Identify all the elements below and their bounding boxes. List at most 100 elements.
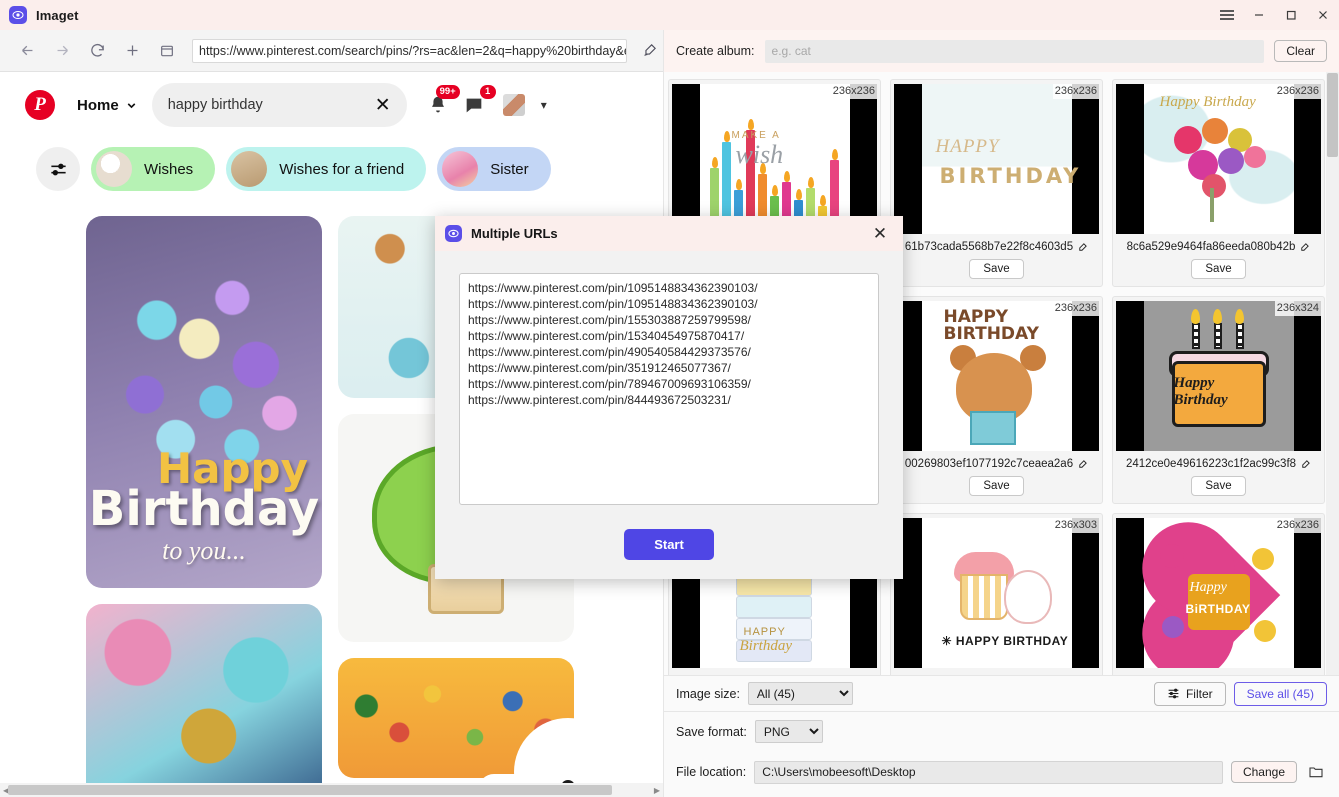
reload-icon[interactable] — [82, 36, 112, 66]
chip-label: Wishes — [144, 160, 194, 178]
image-card[interactable]: 236x236 HAPPY BIRTHDAY 00269803ef1077192c… — [890, 296, 1103, 504]
pencil-edit-icon[interactable] — [1077, 459, 1088, 470]
search-clear-icon[interactable]: ✕ — [375, 94, 391, 117]
app-title: Imaget — [36, 7, 79, 23]
pin-image-hearts: Happy Birthday to you... — [86, 216, 322, 588]
file-location-input[interactable] — [754, 760, 1223, 784]
create-album-input[interactable] — [764, 39, 1265, 63]
image-thumbnail[interactable]: 236x236 Happy Birthday — [1116, 84, 1321, 234]
card-filename[interactable]: 2412ce0e49616223c1f2ac99c3f8 — [1120, 458, 1317, 470]
chevron-down-icon[interactable]: ▾ — [541, 98, 547, 112]
notification-bell-icon[interactable]: 99+ — [423, 85, 460, 120]
messages-icon[interactable]: 1 — [459, 85, 496, 120]
image-thumbnail[interactable]: 236x236 HAPPY BIRTHDAY — [894, 301, 1099, 451]
scrollbar-thumb[interactable] — [1327, 73, 1338, 157]
chip-wishes[interactable]: Wishes — [91, 147, 216, 191]
grid-action-buttons: Filter Save all (45) — [1153, 681, 1327, 706]
forward-arrow-icon[interactable] — [47, 36, 77, 66]
image-thumbnail[interactable]: 236x324 Happy Birthday — [1116, 301, 1321, 451]
chip-wishes-for-a-friend[interactable]: Wishes for a friend — [226, 147, 427, 191]
chip-label: Sister — [490, 160, 529, 178]
thumb-text: Happy Birthday — [1173, 375, 1228, 408]
size-badge: 236x324 — [1274, 301, 1321, 316]
pin-card[interactable]: Happy Birthday to you... — [86, 216, 322, 588]
window-controls — [1211, 0, 1339, 30]
filter-button[interactable]: Filter — [1153, 681, 1226, 706]
filter-sliders-icon[interactable] — [36, 147, 80, 191]
brush-icon[interactable] — [635, 37, 663, 65]
thumb-text: ✳ HAPPY BIRTHDAY — [941, 634, 1069, 648]
image-thumbnail[interactable]: 236x236 — [672, 84, 877, 234]
pinterest-logo-icon[interactable]: P — [25, 90, 55, 120]
save-button[interactable]: Save — [1191, 476, 1246, 496]
clear-button[interactable]: Clear — [1274, 40, 1327, 62]
chip-label: Wishes for a friend — [279, 160, 405, 178]
card-filename[interactable]: 8c6a529e9464fa86eeda080b42b — [1120, 241, 1317, 253]
dialog-body — [435, 251, 903, 510]
multiple-urls-dialog: Multiple URLs ✕ Start — [435, 216, 903, 579]
save-all-button[interactable]: Save all (45) — [1233, 681, 1327, 706]
size-badge: 236x236 — [1052, 301, 1099, 316]
address-bar[interactable]: https://www.pinterest.com/search/pins/?r… — [192, 38, 628, 63]
thumbnail-art: MAKE A wish — [699, 84, 850, 234]
pinterest-search-value: happy birthday — [167, 97, 263, 113]
pin-card[interactable]: HAPPY — [86, 604, 322, 783]
filter-label: Filter — [1185, 686, 1213, 701]
scrollbar-thumb[interactable] — [8, 785, 612, 795]
avatar[interactable] — [502, 94, 525, 116]
thumb-text: HAPPY BIRTHDAY — [943, 307, 1039, 344]
scroll-right-arrow-icon[interactable]: ▶ — [651, 786, 663, 795]
pencil-edit-icon[interactable] — [1299, 242, 1310, 253]
grid-scrollbar[interactable] — [1326, 72, 1339, 675]
webview-horizontal-scrollbar[interactable]: ◀ ▶ — [0, 783, 663, 797]
pinterest-search-input[interactable]: happy birthday ✕ — [151, 83, 407, 127]
image-size-select[interactable]: All (45) — [747, 682, 853, 705]
dialog-title: Multiple URLs — [471, 226, 558, 242]
image-card[interactable]: 236x236 HAPPY BIRTHDAY 61b73cada5568b7e2… — [890, 79, 1103, 287]
image-card[interactable]: 236x236 Happy Birthday 8c6a529e9464fa86e… — [1112, 79, 1325, 287]
change-button[interactable]: Change — [1230, 761, 1297, 783]
save-button[interactable]: Save — [969, 476, 1024, 496]
create-album-row: Create album: Clear — [664, 30, 1339, 72]
maximize-icon[interactable] — [1275, 0, 1307, 30]
thumbnail-art: Happy Birthday — [1143, 84, 1294, 234]
image-thumbnail[interactable]: 236x303 ✳ HAPPY BIRTHDAY — [894, 518, 1099, 668]
tab-list-icon[interactable] — [152, 36, 182, 66]
size-badge: 236x303 — [1052, 518, 1099, 533]
close-icon[interactable] — [1307, 0, 1339, 30]
pinterest-home-nav[interactable]: Home — [77, 97, 138, 114]
plus-icon[interactable] — [117, 36, 147, 66]
image-thumbnail[interactable]: 236x236 Happy BiRTHDAY — [1116, 518, 1321, 668]
pinterest-header: P Home happy birthday ✕ 99+ 1 ▾ Wishes W… — [0, 72, 663, 212]
image-card[interactable]: 236x324 Happy Birthday 2412ce0e49616223c1… — [1112, 296, 1325, 504]
save-button[interactable]: Save — [1191, 259, 1246, 279]
pencil-edit-icon[interactable] — [1077, 242, 1088, 253]
cupcake-base — [959, 574, 1008, 620]
thumbnail-art: HAPPY BIRTHDAY — [921, 301, 1072, 451]
card-filename[interactable]: 00269803ef1077192c7ceaea2a6 — [898, 458, 1095, 470]
hamburger-menu-icon[interactable] — [1211, 0, 1243, 30]
thumb-text: Happy — [1189, 580, 1227, 595]
size-badge: 236x236 — [830, 84, 877, 99]
start-button[interactable]: Start — [624, 529, 714, 561]
image-card[interactable]: 236x303 ✳ HAPPY BIRTHDAY Save — [890, 513, 1103, 675]
size-badge: 236x236 — [1052, 84, 1099, 99]
save-format-select[interactable]: PNG — [754, 720, 823, 743]
pencil-edit-icon[interactable] — [1300, 459, 1311, 470]
image-card[interactable]: 236x236 Happy BiRTHDAY — [1112, 513, 1325, 675]
pinterest-topbar: P Home happy birthday ✕ 99+ 1 ▾ — [0, 72, 663, 138]
urls-textarea[interactable] — [459, 273, 879, 506]
chip-sister[interactable]: Sister — [437, 147, 551, 191]
card-filename[interactable]: 61b73cada5568b7e22f8c4603d5 — [898, 241, 1095, 253]
file-location-row: File location: Change — [664, 751, 1339, 793]
close-icon[interactable]: ✕ — [867, 221, 893, 247]
pinterest-filter-chips: Wishes Wishes for a friend Sister — [0, 138, 663, 200]
pin-scroll-indicator — [478, 718, 658, 783]
folder-open-icon[interactable] — [1305, 764, 1327, 780]
bouquet-stem — [1209, 188, 1214, 222]
dialog-footer: Start — [435, 510, 903, 579]
back-arrow-icon[interactable] — [12, 36, 42, 66]
minimize-icon[interactable] — [1243, 0, 1275, 30]
image-thumbnail[interactable]: 236x236 HAPPY BIRTHDAY — [894, 84, 1099, 234]
save-button[interactable]: Save — [969, 259, 1024, 279]
